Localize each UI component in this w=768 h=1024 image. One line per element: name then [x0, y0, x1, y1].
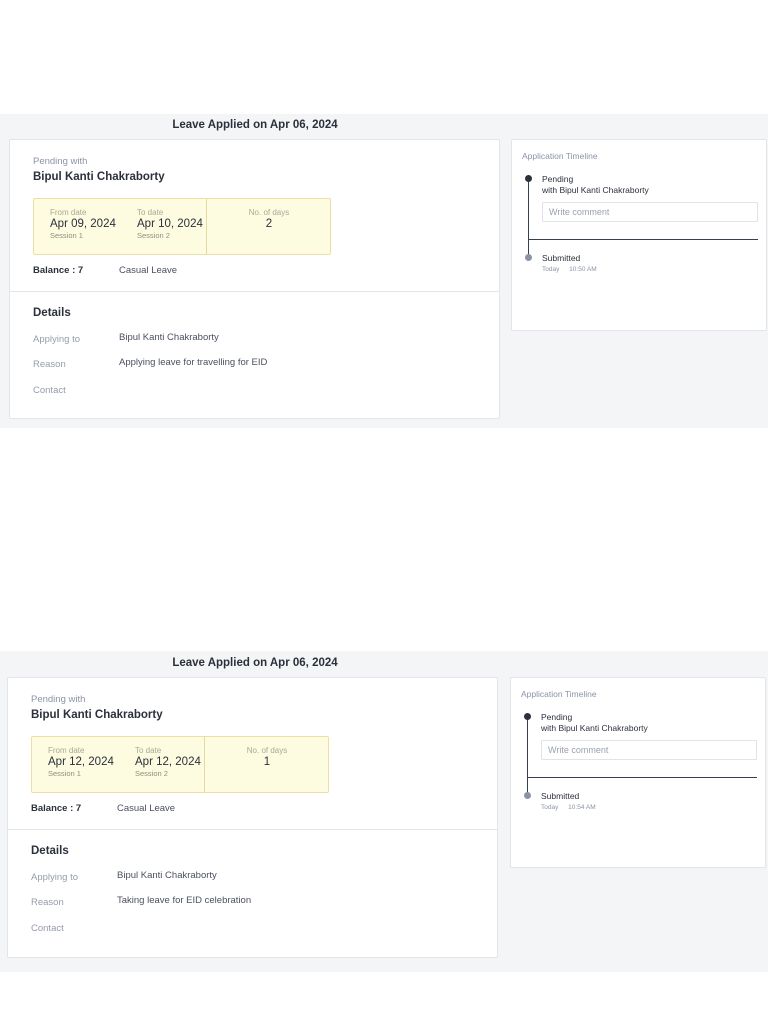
reason-label: Reason [31, 897, 64, 908]
from-date-block: From date Apr 12, 2024 Session 1 [48, 746, 114, 778]
from-date-value: Apr 12, 2024 [48, 756, 114, 768]
from-date-block: From date Apr 09, 2024 Session 1 [50, 208, 116, 240]
section-divider [8, 829, 497, 830]
timeline-submitted: Submitted Today 10:54 AM [541, 791, 604, 813]
application-timeline-card: Application Timeline Pending with Bipul … [511, 139, 767, 331]
timeline-title: Application Timeline [522, 151, 598, 161]
details-heading: Details [31, 845, 69, 857]
pending-with-label: Pending with [33, 156, 88, 167]
submitted-time: Today 10:54 AM [541, 802, 604, 813]
pending-dot-icon [525, 175, 532, 182]
leave-type: Casual Leave [117, 803, 176, 814]
submitted-status: Submitted [541, 791, 580, 801]
timeline-divider [528, 239, 758, 240]
to-date-value: Apr 12, 2024 [135, 756, 201, 768]
leave-type: Casual Leave [119, 265, 178, 276]
from-session: Session 1 [50, 231, 83, 240]
contact-label: Contact [31, 923, 64, 934]
approver-name: Bipul Kanti Chakraborty [31, 709, 163, 721]
leave-dates-box: From date Apr 12, 2024 Session 1 To date… [31, 736, 329, 793]
submitted-dot-icon [524, 792, 531, 799]
pending-with-text: with Bipul Kanti Chakraborty [542, 185, 649, 195]
leave-application-1: Leave Applied on Apr 06, 2024 Pending wi… [0, 114, 768, 428]
submitted-time: Today 10:50 AM [542, 264, 605, 275]
submitted-day: Today [541, 804, 559, 811]
to-session: Session 2 [137, 231, 170, 240]
to-session: Session 2 [135, 769, 168, 778]
leave-balance: Balance : 7 [33, 265, 84, 276]
timeline-pending: Pending with Bipul Kanti Chakraborty [541, 712, 648, 734]
details-heading: Details [33, 307, 71, 319]
to-date-block: To date Apr 10, 2024 Session 2 [137, 208, 203, 240]
applying-to-label: Applying to [31, 872, 79, 883]
to-date-label: To date [137, 208, 164, 217]
pending-dot-icon [524, 713, 531, 720]
timeline-pending: Pending with Bipul Kanti Chakraborty [542, 174, 649, 196]
applying-to-value: Bipul Kanti Chakraborty [117, 870, 217, 881]
comment-input[interactable] [542, 202, 758, 222]
timeline-line [527, 717, 528, 797]
leave-application-2: Leave Applied on Apr 06, 2024 Pending wi… [0, 651, 768, 972]
applying-to-value: Bipul Kanti Chakraborty [119, 332, 219, 343]
pending-status: Pending [542, 174, 574, 184]
leave-balance: Balance : 7 [31, 803, 82, 814]
submitted-day: Today [542, 266, 560, 273]
leave-summary-card: Pending with Bipul Kanti Chakraborty Fro… [7, 677, 498, 958]
days-block: No. of days 1 [205, 746, 329, 768]
leave-dates-box: From date Apr 09, 2024 Session 1 To date… [33, 198, 331, 255]
reason-label: Reason [33, 359, 66, 370]
pending-with-text: with Bipul Kanti Chakraborty [541, 723, 648, 733]
submitted-clock: 10:54 AM [568, 804, 596, 811]
from-session: Session 1 [48, 769, 81, 778]
days-value: 1 [263, 756, 271, 768]
application-timeline-card: Application Timeline Pending with Bipul … [510, 677, 766, 868]
submitted-dot-icon [525, 254, 532, 261]
contact-label: Contact [33, 385, 66, 396]
timeline-submitted: Submitted Today 10:50 AM [542, 253, 605, 275]
days-block: No. of days 2 [207, 208, 331, 230]
from-date-label: From date [50, 208, 87, 217]
from-date-label: From date [48, 746, 85, 755]
timeline-divider [527, 777, 757, 778]
approver-name: Bipul Kanti Chakraborty [33, 171, 165, 183]
from-date-value: Apr 09, 2024 [50, 218, 116, 230]
days-label: No. of days [248, 208, 290, 217]
submitted-status: Submitted [542, 253, 581, 263]
timeline-line [528, 179, 529, 259]
days-value: 2 [265, 218, 273, 230]
comment-input[interactable] [541, 740, 757, 760]
days-label: No. of days [246, 746, 288, 755]
reason-value: Taking leave for EID celebration [117, 895, 252, 906]
reason-value: Applying leave for travelling for EID [119, 357, 268, 368]
application-heading: Leave Applied on Apr 06, 2024 [172, 119, 338, 131]
to-date-label: To date [135, 746, 162, 755]
application-heading: Leave Applied on Apr 06, 2024 [172, 657, 338, 669]
to-date-value: Apr 10, 2024 [137, 218, 203, 230]
pending-with-label: Pending with [31, 694, 86, 705]
timeline-title: Application Timeline [521, 689, 597, 699]
applying-to-label: Applying to [33, 334, 81, 345]
leave-summary-card: Pending with Bipul Kanti Chakraborty Fro… [9, 139, 500, 419]
submitted-clock: 10:50 AM [569, 266, 597, 273]
pending-status: Pending [541, 712, 573, 722]
section-divider [10, 291, 499, 292]
to-date-block: To date Apr 12, 2024 Session 2 [135, 746, 201, 778]
